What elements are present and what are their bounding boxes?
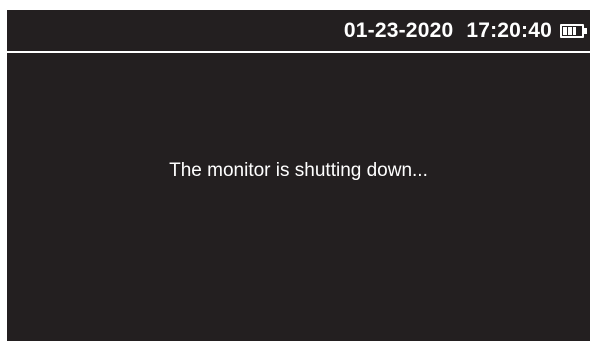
status-bar: 01-23-2020 17:20:40 [7,10,590,51]
battery-tip [584,27,587,34]
date-display: 01-23-2020 [343,18,454,42]
monitor-screen: 01-23-2020 17:20:40 The monitor is shutt… [7,10,590,341]
time-display: 17:20:40 [466,18,552,42]
status-bar-right: 01-23-2020 17:20:40 [344,10,588,51]
battery-cell [563,26,567,35]
shutdown-message: The monitor is shutting down... [169,160,428,181]
status-divider [7,51,590,53]
battery-icon [560,23,587,38]
battery-cell [577,27,581,35]
battery-cell [567,26,572,35]
battery-cell [572,26,577,35]
